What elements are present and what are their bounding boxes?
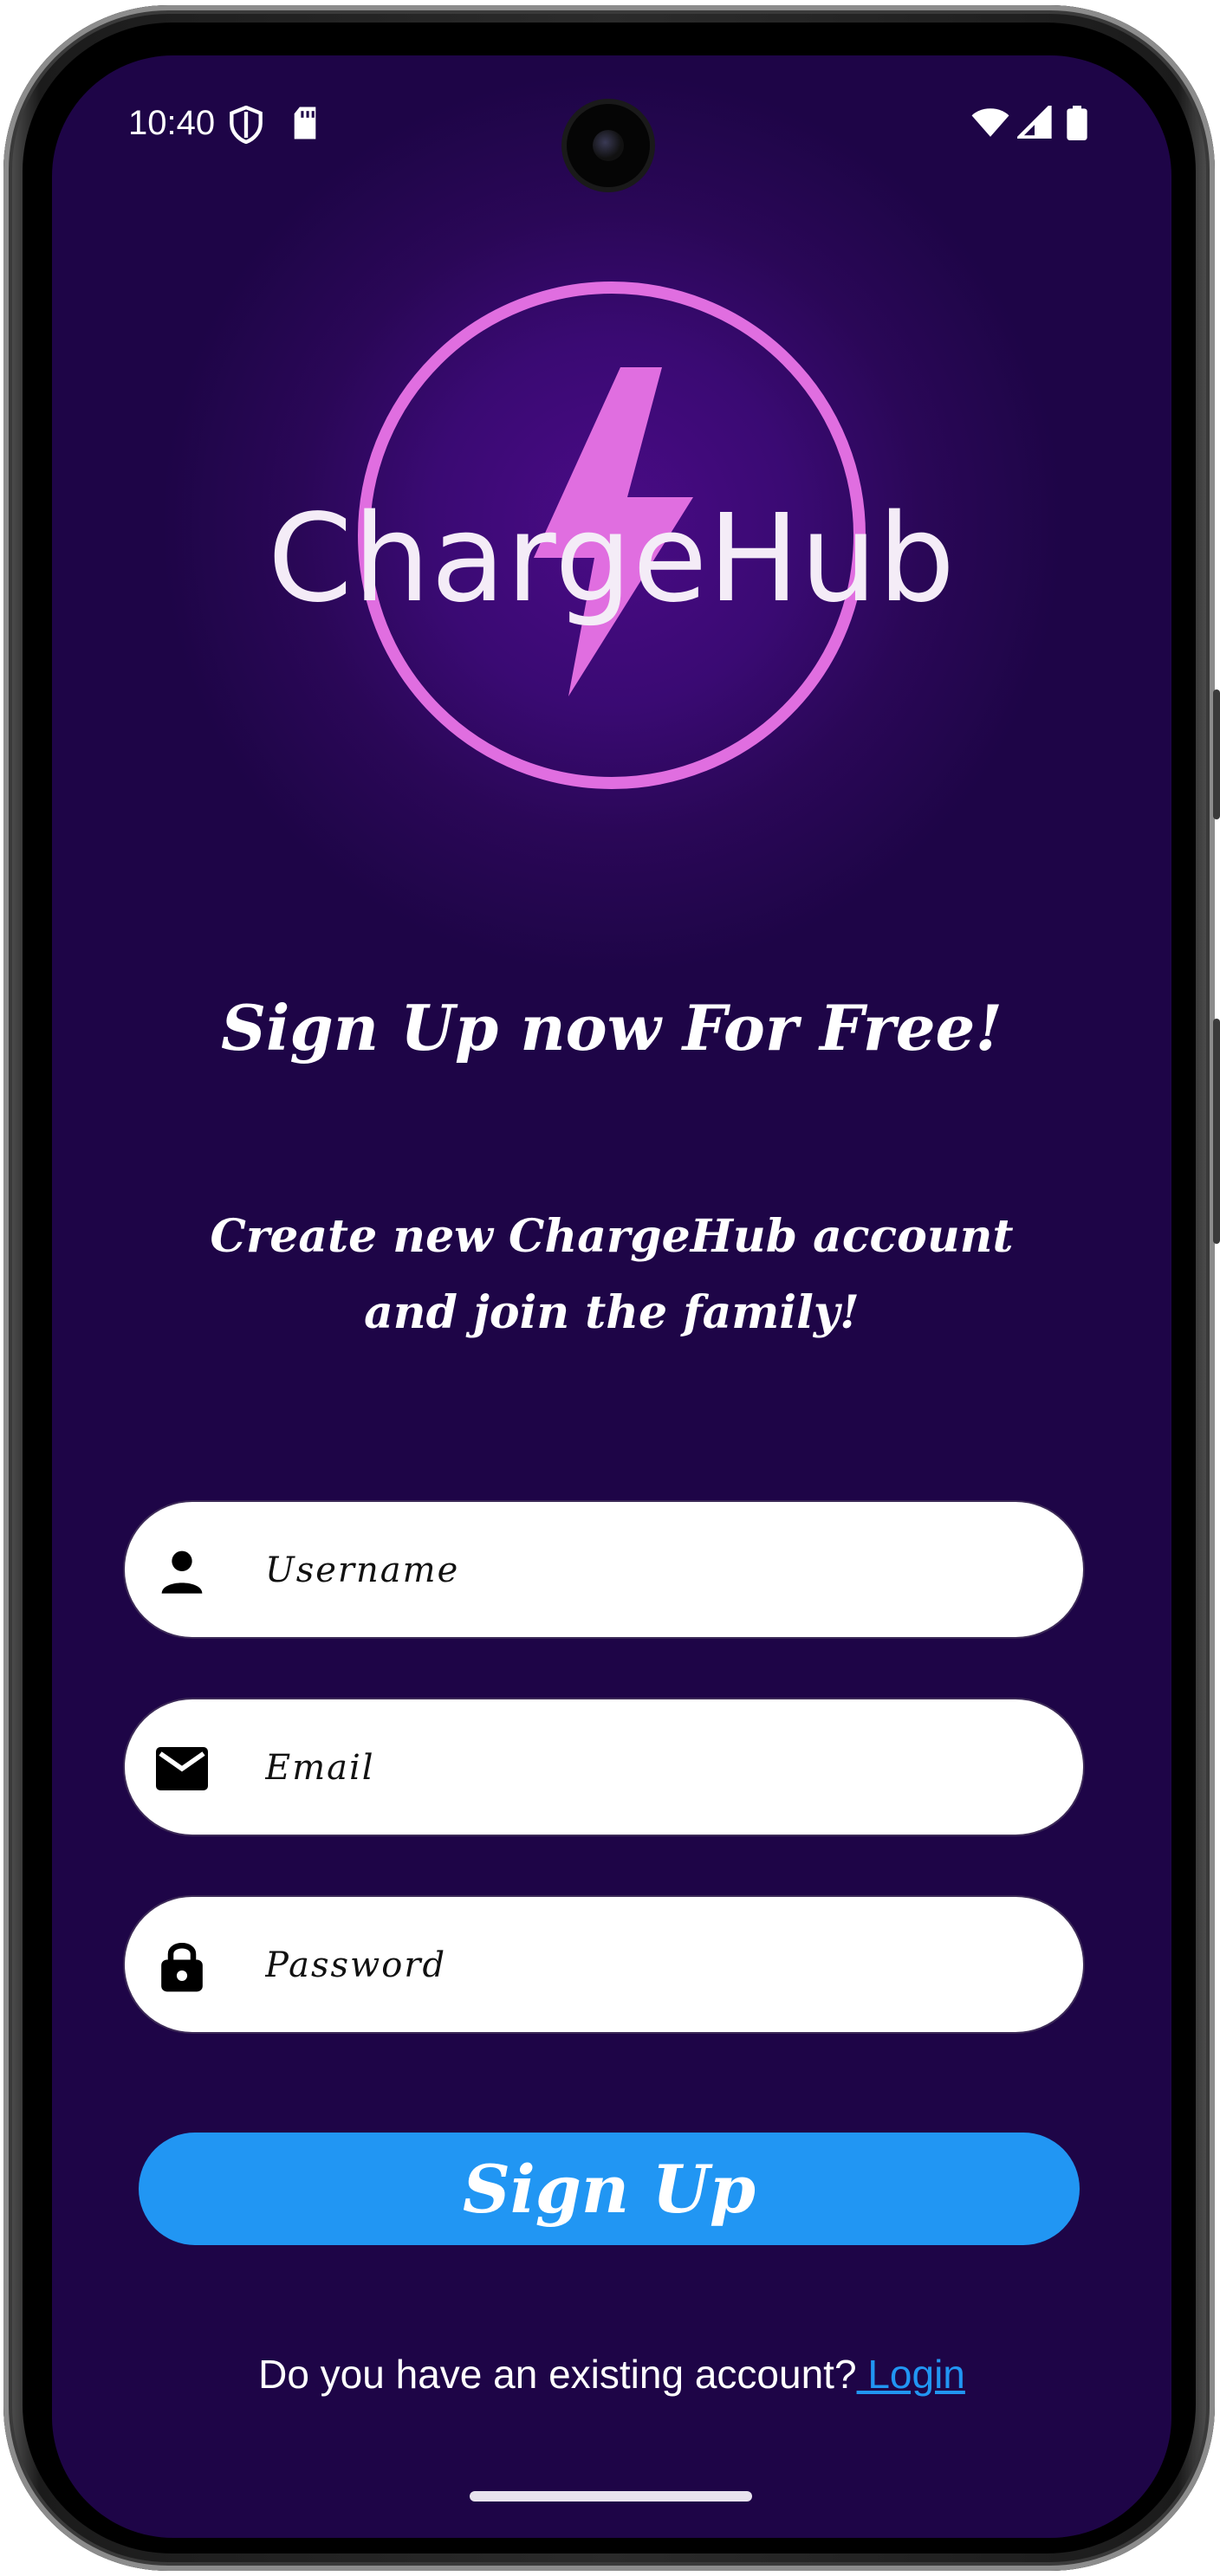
- email-field[interactable]: [123, 1698, 1085, 1836]
- password-input[interactable]: [263, 1897, 1047, 2034]
- home-gesture-bar[interactable]: [470, 2491, 752, 2502]
- logo-wordmark: ChargeHub: [267, 489, 957, 630]
- battery-icon: [1067, 106, 1087, 140]
- phone-frame: 10:40 ChargeHub Sign Up now For Free! Cr…: [3, 5, 1220, 2571]
- login-prompt-text: Do you have an existing account?: [258, 2352, 857, 2397]
- login-link[interactable]: Login: [857, 2352, 965, 2397]
- cell-signal-icon: [1017, 106, 1052, 139]
- username-field[interactable]: [123, 1500, 1085, 1639]
- password-field[interactable]: [123, 1895, 1085, 2034]
- volume-button: [1213, 689, 1220, 819]
- power-button: [1213, 1019, 1220, 1244]
- page-subtitle: Create new ChargeHub account and join th…: [52, 1199, 1171, 1351]
- lock-icon: [161, 1943, 203, 1992]
- email-input[interactable]: [263, 1699, 1047, 1836]
- shield-icon: [230, 106, 263, 144]
- chargehub-logo: ChargeHub: [52, 220, 1171, 789]
- login-prompt: Do you have an existing account? Login: [52, 2351, 1171, 2398]
- sign-up-button[interactable]: Sign Up: [139, 2133, 1080, 2245]
- wifi-icon: [971, 108, 1009, 137]
- subtitle-line-2: and join the family!: [364, 1286, 860, 1339]
- mail-icon: [156, 1747, 208, 1790]
- app-screen: 10:40 ChargeHub Sign Up now For Free! Cr…: [52, 55, 1171, 2538]
- status-time: 10:40: [128, 104, 216, 142]
- subtitle-line-1: Create new ChargeHub account: [210, 1210, 1014, 1263]
- page-title: Sign Up now For Free!: [221, 991, 1003, 1065]
- username-input[interactable]: [263, 1502, 1047, 1639]
- sd-card-icon: [294, 107, 316, 139]
- front-camera: [567, 104, 650, 187]
- person-icon: [161, 1550, 203, 1594]
